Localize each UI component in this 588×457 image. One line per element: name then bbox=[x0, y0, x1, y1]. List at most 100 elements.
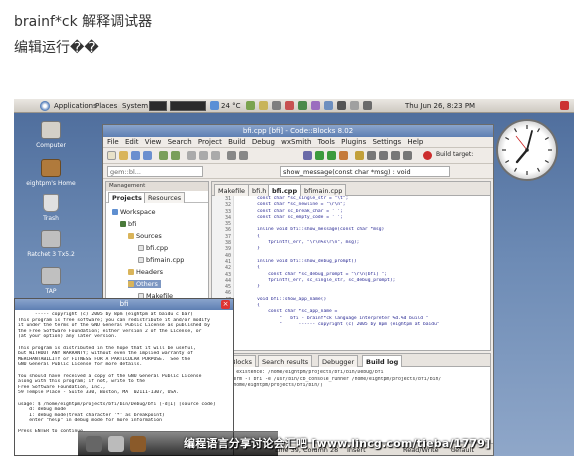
dock-app-icon[interactable] bbox=[130, 436, 146, 452]
places-menu[interactable]: Places bbox=[95, 102, 117, 110]
applet-icon-6[interactable] bbox=[363, 101, 372, 110]
menu-view[interactable]: View bbox=[145, 138, 162, 146]
desktop-icon-home[interactable]: eightpm's Home bbox=[22, 159, 80, 187]
dock-launcher-icon[interactable] bbox=[86, 436, 102, 452]
applications-menu[interactable]: Applications bbox=[54, 102, 97, 110]
menu-project[interactable]: Project bbox=[198, 138, 222, 146]
home-folder-icon bbox=[41, 159, 61, 177]
menu-wxsmith[interactable]: wxSmith bbox=[281, 138, 311, 146]
copy-icon[interactable] bbox=[199, 151, 208, 160]
panel-clock[interactable]: Thu Jun 26, 8:23 PM bbox=[405, 102, 475, 110]
step-icon[interactable] bbox=[367, 151, 376, 160]
folder-icon bbox=[128, 269, 134, 275]
new-file-icon[interactable] bbox=[107, 151, 116, 160]
gnome-foot-icon[interactable] bbox=[40, 101, 50, 111]
editor-tabs: Makefile bfi.h bfi.cpp bfimain.cpp bbox=[212, 182, 490, 196]
desktop-icon-label: Ratchet 3 Tx5.2 bbox=[27, 251, 75, 258]
update-icon[interactable] bbox=[285, 101, 294, 110]
workspace-icon bbox=[112, 209, 118, 215]
workspace-switcher[interactable] bbox=[149, 101, 167, 111]
tree-label: bfi.cpp bbox=[146, 244, 169, 252]
tree-item-file[interactable]: bfimain.cpp bbox=[138, 256, 184, 264]
applet-icon-3[interactable] bbox=[324, 101, 333, 110]
tree-item-sources[interactable]: Sources bbox=[128, 232, 162, 240]
battery-icon[interactable] bbox=[272, 101, 281, 110]
menu-file[interactable]: File bbox=[107, 138, 119, 146]
tree-label: Workspace bbox=[120, 208, 156, 216]
applet-icon[interactable] bbox=[298, 101, 307, 110]
next-line-icon[interactable] bbox=[379, 151, 388, 160]
abort-icon[interactable] bbox=[423, 151, 432, 160]
step-into-icon[interactable] bbox=[391, 151, 400, 160]
tab-debugger[interactable]: Debugger bbox=[318, 355, 359, 367]
window-title[interactable]: bfi.cpp [bfi] - Code::Blocks 8.02 bbox=[103, 125, 493, 137]
management-title: Management bbox=[106, 182, 208, 191]
run-icon[interactable] bbox=[315, 151, 324, 160]
desktop-icon-trash[interactable]: Trash bbox=[22, 194, 80, 222]
paste-icon[interactable] bbox=[211, 151, 220, 160]
menu-tools[interactable]: Tools bbox=[318, 138, 335, 146]
debug-icon[interactable] bbox=[355, 151, 364, 160]
replace-icon[interactable] bbox=[239, 151, 248, 160]
applet-icon-5[interactable] bbox=[350, 101, 359, 110]
function-select[interactable]: show_message(const char *msg) : void bbox=[280, 166, 450, 177]
log-line: ng for existence: /home/eightpm/projects… bbox=[216, 370, 384, 375]
post-title: brainf*ck 解释调试器 bbox=[14, 14, 153, 30]
step-out-icon[interactable] bbox=[403, 151, 412, 160]
menu-build[interactable]: Build bbox=[228, 138, 246, 146]
rebuild-icon[interactable] bbox=[339, 151, 348, 160]
save-icon[interactable] bbox=[131, 151, 140, 160]
network-icon[interactable] bbox=[246, 101, 255, 110]
build-log-text: ng for existence: /home/eightpm/projects… bbox=[216, 370, 488, 390]
build-run-icon[interactable] bbox=[327, 151, 336, 160]
tree-item-headers[interactable]: Headers bbox=[128, 268, 163, 276]
power-icon[interactable] bbox=[560, 101, 569, 110]
cut-icon[interactable] bbox=[187, 151, 196, 160]
build-target-label: Build target: bbox=[436, 151, 474, 158]
menu-debug[interactable]: Debug bbox=[252, 138, 275, 146]
dock-download-icon[interactable] bbox=[108, 436, 124, 452]
tab-bfi-cpp[interactable]: bfi.cpp bbox=[268, 184, 302, 196]
save-all-icon[interactable] bbox=[143, 151, 152, 160]
redo-icon[interactable] bbox=[171, 151, 180, 160]
tree-item-file[interactable]: bfi.cpp bbox=[138, 244, 168, 252]
applet-icon-2[interactable] bbox=[311, 101, 320, 110]
tab-bfimain-cpp[interactable]: bfimain.cpp bbox=[300, 184, 347, 196]
trash-icon bbox=[43, 194, 59, 212]
tree-item-others[interactable]: Others bbox=[128, 280, 161, 288]
menu-plugins[interactable]: Plugins bbox=[341, 138, 366, 146]
find-icon[interactable] bbox=[227, 151, 236, 160]
tree-label: bfi bbox=[128, 220, 137, 228]
code-text[interactable]: const char *sc_single_str = "\t"; const … bbox=[246, 196, 488, 350]
desktop-icon-drive[interactable]: Ratchet 3 Tx5.2 bbox=[22, 230, 80, 258]
undo-icon[interactable] bbox=[159, 151, 168, 160]
tab-search-results[interactable]: Search results bbox=[258, 355, 313, 367]
menu-settings[interactable]: Settings bbox=[372, 138, 401, 146]
code-editor[interactable]: Makefile bfi.h bfi.cpp bfimain.cpp 31 32 3… bbox=[211, 181, 491, 372]
folder-icon bbox=[128, 281, 134, 287]
tab-projects[interactable]: Projects bbox=[108, 192, 146, 203]
desktop-icon-disk[interactable]: TAP bbox=[22, 267, 80, 295]
open-icon[interactable] bbox=[119, 151, 128, 160]
build-icon[interactable] bbox=[303, 151, 312, 160]
system-menu[interactable]: System bbox=[122, 102, 148, 110]
menu-help[interactable]: Help bbox=[407, 138, 423, 146]
desktop-icon-label: Trash bbox=[43, 215, 59, 222]
tab-build-log[interactable]: Build log bbox=[362, 355, 403, 367]
scope-select[interactable]: gem::bl... bbox=[107, 166, 203, 177]
tab-resources[interactable]: Resources bbox=[144, 192, 186, 203]
menu-edit[interactable]: Edit bbox=[125, 138, 139, 146]
volume-icon[interactable] bbox=[259, 101, 268, 110]
file-icon bbox=[138, 245, 144, 251]
desktop-icon-label: TAP bbox=[45, 288, 57, 295]
tree-item-project[interactable]: bfi bbox=[120, 220, 136, 228]
tab-makefile[interactable]: Makefile bbox=[214, 184, 250, 196]
applet-icon-4[interactable] bbox=[337, 101, 346, 110]
menu-bar: File Edit View Search Project Build Debu… bbox=[103, 137, 493, 148]
menu-search[interactable]: Search bbox=[168, 138, 192, 146]
tree-item-workspace[interactable]: Workspace bbox=[112, 208, 156, 216]
terminal-title[interactable]: bfi × bbox=[15, 299, 233, 310]
weather-icon[interactable] bbox=[210, 101, 219, 110]
close-icon[interactable]: × bbox=[221, 300, 230, 309]
desktop-icon-computer[interactable]: Computer bbox=[22, 121, 80, 149]
